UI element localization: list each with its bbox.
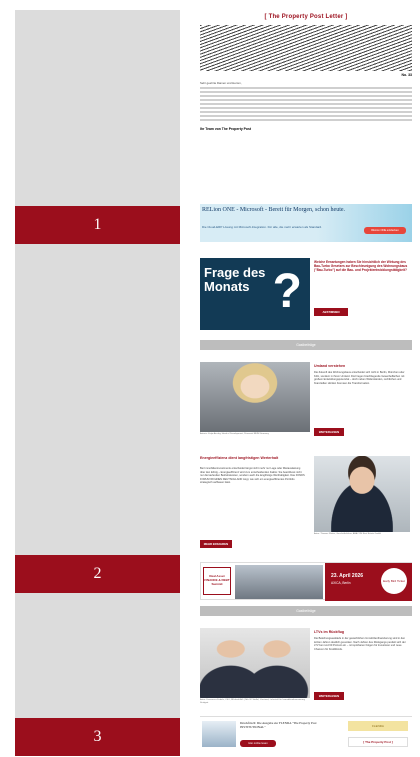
intro-text-line — [200, 107, 412, 109]
article-headline: Umland verstehen — [314, 364, 346, 368]
intro-text-line — [200, 99, 412, 101]
section-marker-1: 1 — [15, 206, 180, 244]
summit-photo — [235, 565, 323, 599]
intro-text-line — [200, 87, 412, 89]
summit-banner[interactable]: Real Asset FINANCE & DEBT Summit 23. Apr… — [200, 562, 412, 601]
intro-text-line — [200, 115, 412, 117]
learn-more-button[interactable]: MEHR ERFAHREN — [200, 540, 232, 548]
section-header-gastbeitraege: Gastbeiträge — [200, 340, 412, 350]
section-marker-3: 3 — [15, 718, 180, 756]
authors-photo — [200, 628, 310, 698]
intro-text-line — [200, 95, 412, 97]
early-bird-badge: Early Bird Ticket — [381, 568, 407, 594]
intro-text-line — [200, 111, 412, 113]
author-caption: Autorin: Katja Ainsley, Head of Developm… — [200, 433, 269, 435]
question-mark-icon: ? — [272, 265, 302, 318]
read-online-button[interactable]: Hier online lesen — [240, 740, 276, 747]
intro-text-line — [200, 91, 412, 93]
section-header-gastbeitraege: Gastbeiträge — [200, 606, 412, 616]
masthead-graphic — [200, 25, 412, 71]
article-body: Die Beleihungsausläufe in der gewerblich… — [314, 637, 406, 651]
summit-date: 23. April 2026 — [331, 573, 364, 579]
article-body: Bei Immobilieninvestments entscheidet lä… — [200, 467, 305, 485]
intro-text-line — [200, 119, 412, 121]
article-headline: LTVs im Rückflug — [314, 630, 345, 634]
summit-info: 23. April 2026 AXICA, Berlin Early Bird … — [325, 563, 412, 601]
salutation: Sehr geehrte Damen und Herren, — [200, 81, 242, 85]
relion-headline: RELion ONE - Microsoft - Bereit für Morg… — [202, 207, 346, 213]
relion-cta-button[interactable]: RELion ONE entdecken — [364, 227, 406, 234]
summit-logo: Real Asset FINANCE & DEBT Summit — [203, 567, 231, 595]
author-photo — [314, 456, 410, 532]
newsletter-preview: [ The Property Post Letter ] No. 33 Sehr… — [200, 8, 412, 750]
vote-button[interactable]: ABSTIMMEN — [314, 308, 348, 316]
relion-banner[interactable]: RELion ONE - Microsoft - Bereit für Morg… — [200, 204, 412, 242]
intro-text-line — [200, 103, 412, 105]
magazine-thumbnail — [202, 721, 236, 747]
property-post-logo: [ The Property Post ] — [348, 737, 408, 747]
annotation-column — [15, 10, 180, 750]
flenda-title: Druckfrisch: Die Ausgabe zur FLENDA "The… — [240, 721, 317, 729]
newsletter-masthead: [ The Property Post Letter ] — [264, 14, 348, 20]
summit-place: AXICA, Berlin — [331, 581, 351, 585]
flenda-logo: FLENDA — [348, 721, 408, 731]
article-body: Die Zukunft des Wohnungsbaus entscheidet… — [314, 371, 405, 385]
author-photo — [200, 362, 310, 432]
flenda-banner[interactable]: Druckfrisch: Die Ausgabe zur FLENDA "The… — [200, 716, 412, 750]
issue-number: No. 33 — [401, 73, 412, 77]
author-caption: Autor: Thomas Winter, Geschäftsführer, A… — [314, 533, 381, 535]
article-headline: Energieeffizienz dient langfristigen Wer… — [200, 456, 279, 460]
team-signoff: Ihr Team von The Property Post — [200, 127, 251, 131]
frage-question: Welche Erwartungen haben Sie hinsichtlic… — [314, 260, 408, 273]
read-more-button[interactable]: WEITERLESEN — [314, 428, 344, 436]
read-more-button[interactable]: WEITERLESEN — [314, 692, 344, 700]
frage-des-monats-image[interactable]: Frage des Monats ? — [200, 258, 310, 330]
author-caption: Autor: Francesco Fedele, CEO, BF.direkt … — [200, 699, 305, 704]
relion-subtext: Die Cloud-ERP Lösung mit Microsoft-Integ… — [202, 225, 322, 229]
section-marker-2: 2 — [15, 555, 180, 593]
